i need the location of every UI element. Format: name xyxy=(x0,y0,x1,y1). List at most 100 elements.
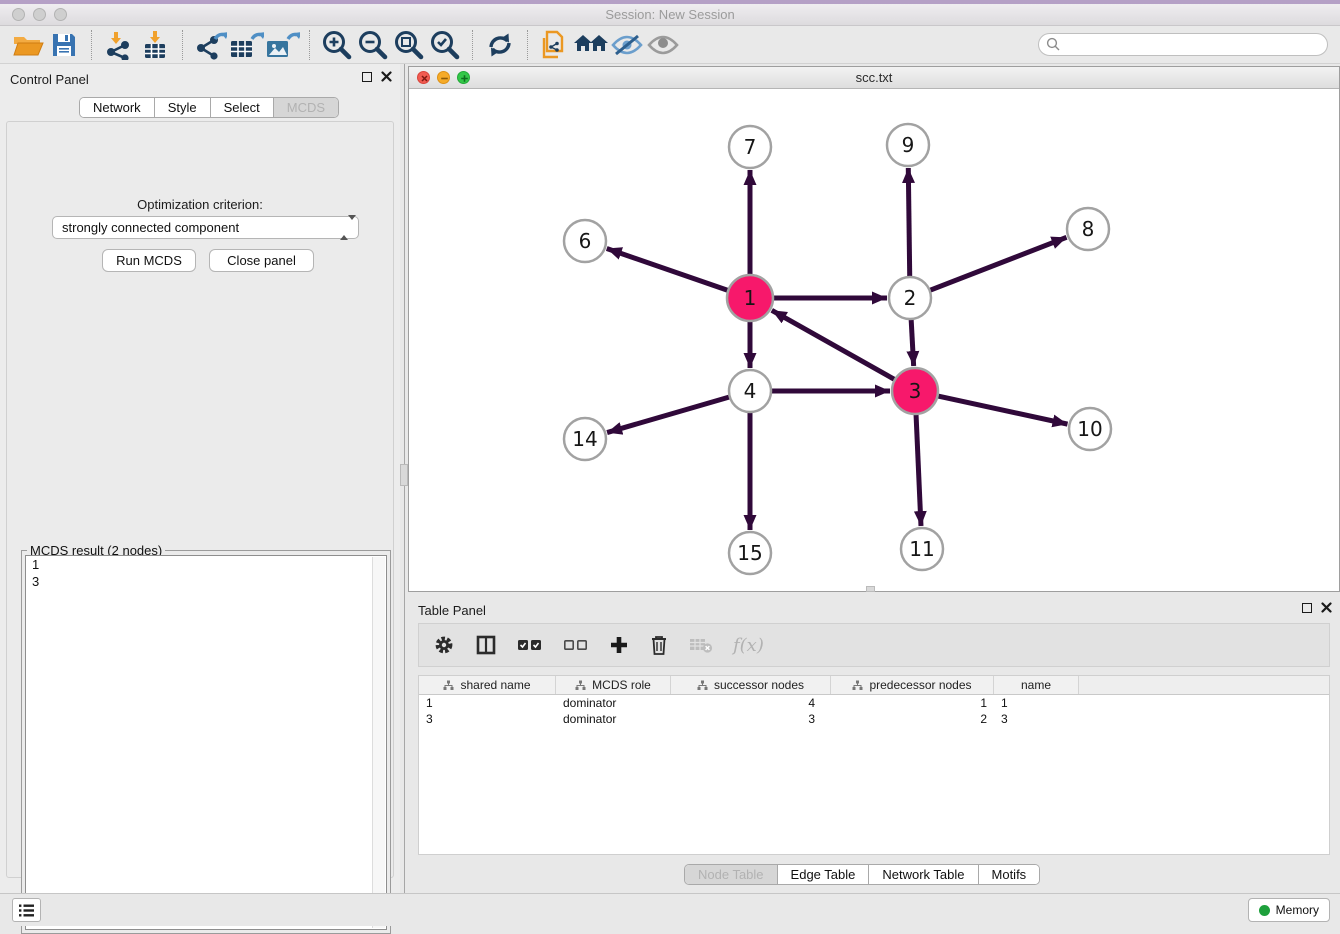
close-panel-button[interactable]: Close panel xyxy=(209,249,314,272)
zoom-selected-icon[interactable] xyxy=(427,28,463,62)
float-panel-icon[interactable] xyxy=(362,72,372,82)
zoom-out-icon[interactable] xyxy=(355,28,391,62)
hierarchy-icon xyxy=(697,680,708,691)
export-image-icon[interactable] xyxy=(264,28,300,62)
refresh-icon[interactable] xyxy=(482,28,518,62)
network-resize-grip[interactable] xyxy=(866,586,875,592)
cell-name[interactable]: 1 xyxy=(994,695,1079,711)
table-panel: Table Panel f(x) xyxy=(408,595,1340,893)
import-table-icon[interactable] xyxy=(137,28,173,62)
column-header-filler xyxy=(1079,676,1329,694)
criterion-select[interactable]: strongly connected component xyxy=(52,216,359,239)
result-scrollbar[interactable] xyxy=(372,557,385,928)
optimization-criterion-label: Optimization criterion: xyxy=(7,197,393,212)
column-header-predecessor-nodes[interactable]: predecessor nodes xyxy=(831,676,994,694)
save-icon[interactable] xyxy=(46,28,82,62)
column-visibility-icon[interactable] xyxy=(475,630,497,660)
toolbar-separator xyxy=(182,30,183,60)
export-table-icon[interactable] xyxy=(228,28,264,62)
network-window-title: scc.txt xyxy=(409,70,1339,85)
column-header-name[interactable]: name xyxy=(994,676,1079,694)
tab-network[interactable]: Network xyxy=(80,98,154,117)
panel-splitter[interactable] xyxy=(400,64,408,893)
close-table-panel-icon[interactable] xyxy=(1321,602,1332,613)
cell-predecessor-nodes[interactable]: 1 xyxy=(831,695,994,711)
table-tabs: Node Table Edge Table Network Table Moti… xyxy=(684,864,1040,885)
hide-selected-eye-icon[interactable] xyxy=(609,28,645,62)
table-toolbar: f(x) xyxy=(418,623,1330,667)
graph-edge-2-9[interactable] xyxy=(908,168,909,277)
import-network-icon[interactable] xyxy=(101,28,137,62)
table-row[interactable]: 3 dominator 3 2 3 xyxy=(419,711,1329,727)
graph-node-label: 2 xyxy=(904,286,917,310)
control-panel-title: Control Panel xyxy=(10,72,89,87)
toolbar-separator xyxy=(309,30,310,60)
select-spinner-icon xyxy=(340,220,352,236)
cell-name[interactable]: 3 xyxy=(994,711,1079,727)
export-network-icon[interactable] xyxy=(192,28,228,62)
close-panel-icon[interactable] xyxy=(381,71,392,82)
graph-edge-3-11[interactable] xyxy=(916,414,921,526)
search-input[interactable] xyxy=(1061,35,1327,54)
network-graph[interactable]: 1234678910111415 xyxy=(409,89,1339,591)
graph-node-label: 1 xyxy=(744,286,757,310)
add-column-icon[interactable] xyxy=(609,630,629,660)
tab-node-table[interactable]: Node Table xyxy=(685,865,777,884)
tab-edge-table[interactable]: Edge Table xyxy=(777,865,869,884)
node-table: shared name MCDS role successor nodes pr… xyxy=(418,675,1330,855)
result-line: 3 xyxy=(26,573,386,590)
splitter-grip[interactable] xyxy=(400,464,408,486)
float-table-panel-icon[interactable] xyxy=(1302,603,1312,613)
column-header-successor-nodes[interactable]: successor nodes xyxy=(671,676,831,694)
zoom-in-icon[interactable] xyxy=(319,28,355,62)
tab-network-table[interactable]: Network Table xyxy=(868,865,977,884)
zoom-fit-icon[interactable] xyxy=(391,28,427,62)
column-header-shared-name[interactable]: shared name xyxy=(419,676,556,694)
status-bar: Memory xyxy=(0,893,1340,926)
graph-node-label: 3 xyxy=(909,379,922,403)
cell-shared-name[interactable]: 1 xyxy=(419,695,556,711)
home-icon[interactable] xyxy=(573,28,609,62)
graph-node-label: 9 xyxy=(902,133,915,157)
mcds-panel-body: Optimization criterion: strongly connect… xyxy=(6,121,394,878)
tab-mcds[interactable]: MCDS xyxy=(273,98,338,117)
select-all-icon[interactable] xyxy=(517,630,543,660)
graph-edge-3-1[interactable] xyxy=(772,310,895,379)
cell-successor-nodes[interactable]: 4 xyxy=(671,695,831,711)
task-history-button[interactable] xyxy=(12,898,41,922)
hierarchy-icon xyxy=(852,680,863,691)
mcds-result-textarea[interactable]: 1 3 xyxy=(25,555,387,930)
control-panel-tabs: Network Style Select MCDS xyxy=(79,97,339,118)
tab-select[interactable]: Select xyxy=(210,98,273,117)
table-settings-gear-icon[interactable] xyxy=(433,630,455,660)
tab-motifs[interactable]: Motifs xyxy=(978,865,1040,884)
graph-edge-1-6[interactable] xyxy=(607,249,729,291)
toolbar-separator xyxy=(472,30,473,60)
cell-mcds-role[interactable]: dominator xyxy=(556,711,671,727)
graph-edge-3-10[interactable] xyxy=(937,396,1067,424)
column-header-mcds-role[interactable]: MCDS role xyxy=(556,676,671,694)
deselect-all-icon[interactable] xyxy=(563,630,589,660)
tab-style[interactable]: Style xyxy=(154,98,210,117)
graph-edge-4-14[interactable] xyxy=(607,397,730,433)
network-window-titlebar[interactable]: scc.txt xyxy=(409,67,1339,89)
graph-edge-2-8[interactable] xyxy=(930,237,1067,290)
cell-predecessor-nodes[interactable]: 2 xyxy=(831,711,994,727)
show-all-eye-icon[interactable] xyxy=(645,28,681,62)
delete-column-icon[interactable] xyxy=(649,630,669,660)
toolbar-separator xyxy=(91,30,92,60)
table-row[interactable]: 1 dominator 4 1 1 xyxy=(419,695,1329,711)
copy-style-icon[interactable] xyxy=(537,28,573,62)
cell-shared-name[interactable]: 3 xyxy=(419,711,556,727)
graph-edge-2-3[interactable] xyxy=(911,319,914,366)
cell-successor-nodes[interactable]: 3 xyxy=(671,711,831,727)
search-icon xyxy=(1046,37,1061,52)
open-folder-icon[interactable] xyxy=(10,28,46,62)
cell-mcds-role[interactable]: dominator xyxy=(556,695,671,711)
memory-button[interactable]: Memory xyxy=(1248,898,1330,922)
run-mcds-button[interactable]: Run MCDS xyxy=(102,249,196,272)
search-box[interactable] xyxy=(1038,33,1328,56)
graph-node-label: 10 xyxy=(1077,417,1102,441)
list-icon xyxy=(18,903,35,918)
app-title: Session: New Session xyxy=(0,7,1340,22)
